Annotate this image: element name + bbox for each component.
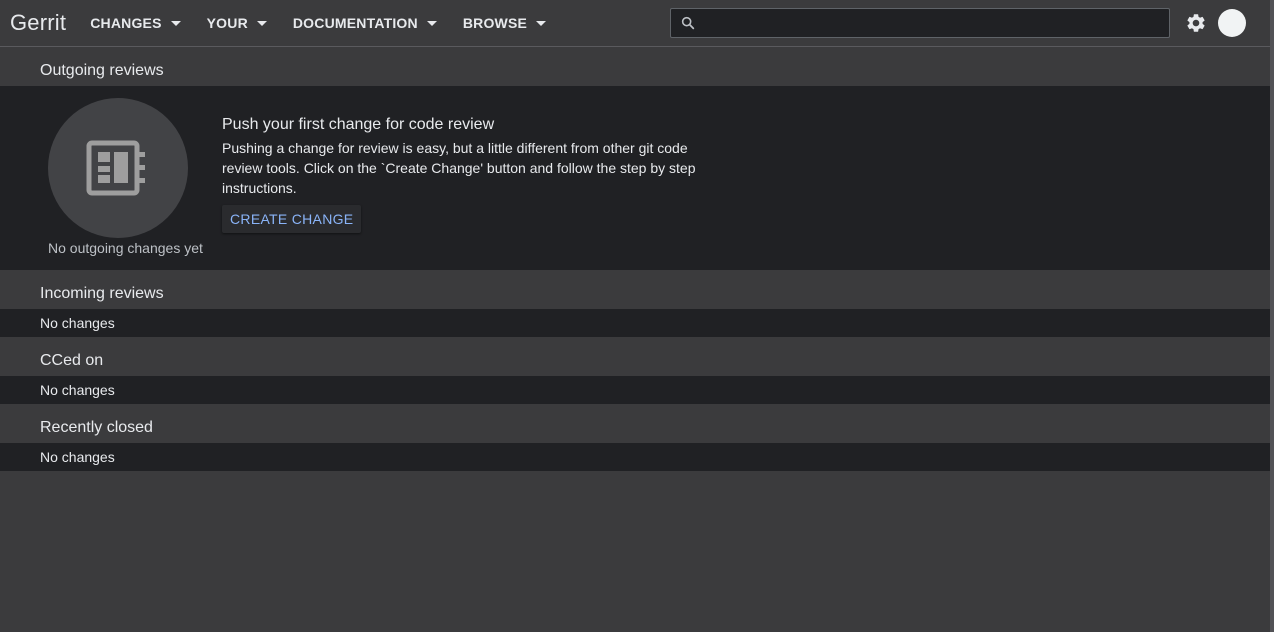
chevron-down-icon	[426, 21, 437, 26]
cced-section-body: No changes	[0, 376, 1270, 404]
menu-documentation[interactable]: DOCUMENTATION	[293, 0, 437, 47]
promo-description: Pushing a change for review is easy, but…	[222, 138, 712, 198]
outgoing-section-title[interactable]: Outgoing reviews	[40, 62, 164, 80]
cced-empty-text: No changes	[40, 382, 115, 398]
menu-your-label: YOUR	[206, 15, 248, 31]
changes-list-icon	[86, 140, 145, 196]
dashboard-page: Gerrit CHANGES YOUR DOCUMENTATION BROWSE	[0, 0, 1274, 632]
incoming-section-body: No changes	[0, 309, 1270, 337]
cced-section-title[interactable]: CCed on	[40, 352, 103, 370]
search-icon	[681, 16, 695, 30]
search-input[interactable]	[701, 9, 1161, 37]
menu-your[interactable]: YOUR	[207, 0, 267, 47]
avatar[interactable]	[1218, 9, 1246, 37]
empty-state-caption: No outgoing changes yet	[48, 240, 203, 256]
empty-state-illustration	[48, 98, 188, 238]
create-change-button[interactable]: CREATE CHANGE	[222, 205, 362, 233]
chevron-down-icon	[256, 21, 267, 26]
brand-logo[interactable]: Gerrit	[10, 10, 66, 36]
promo-line: Pushing a change for review is easy, but…	[222, 140, 688, 156]
closed-section-header: Recently closed	[0, 404, 1270, 443]
closed-empty-text: No changes	[40, 449, 115, 465]
promo-line: review tools. Click on the `Create Chang…	[222, 160, 696, 176]
cced-section-header: CCed on	[0, 337, 1270, 376]
scrollbar[interactable]	[1270, 0, 1274, 632]
incoming-section-title[interactable]: Incoming reviews	[40, 285, 164, 303]
promo-line: instructions.	[222, 180, 297, 196]
search-box[interactable]	[670, 8, 1170, 38]
incoming-section-header: Incoming reviews	[0, 270, 1270, 309]
outgoing-section-header: Outgoing reviews	[0, 48, 1270, 86]
menu-changes[interactable]: CHANGES	[90, 0, 181, 47]
top-header: Gerrit CHANGES YOUR DOCUMENTATION BROWSE	[0, 0, 1270, 47]
outgoing-section-body: No outgoing changes yet Push your first …	[0, 86, 1270, 270]
gear-icon[interactable]	[1185, 12, 1207, 34]
chevron-down-icon	[170, 21, 181, 26]
promo-title: Push your first change for code review	[222, 116, 495, 133]
chevron-down-icon	[536, 21, 547, 26]
closed-section-title[interactable]: Recently closed	[40, 419, 153, 437]
menu-documentation-label: DOCUMENTATION	[292, 15, 418, 31]
incoming-empty-text: No changes	[40, 315, 115, 331]
menu-browse[interactable]: BROWSE	[462, 0, 547, 47]
closed-section-body: No changes	[0, 443, 1270, 471]
menu-changes-label: CHANGES	[90, 15, 162, 31]
menu-browse-label: BROWSE	[462, 15, 528, 31]
